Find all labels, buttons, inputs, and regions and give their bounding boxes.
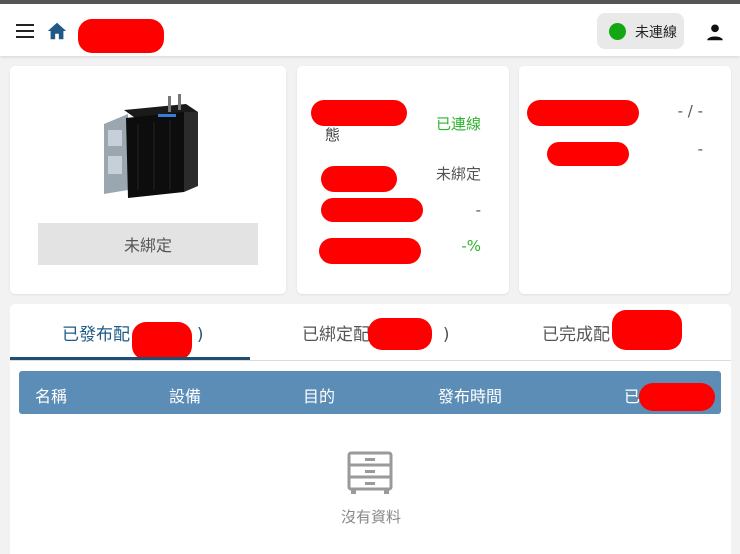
- redacted-label: [311, 100, 407, 126]
- redacted-tab-count: [612, 310, 682, 350]
- user-icon[interactable]: [704, 21, 726, 43]
- status-dot-icon: [609, 23, 626, 40]
- tab-label: 已綁定配: [302, 325, 370, 345]
- connection-status-text: 未連線: [635, 25, 677, 41]
- home-icon[interactable]: [46, 20, 68, 42]
- tab-label: 已發布配: [62, 325, 130, 345]
- redacted-label: [321, 198, 423, 222]
- tab-suffix: ): [442, 325, 450, 345]
- redacted-tab-count: [132, 322, 192, 360]
- top-app-bar: 未連線: [0, 0, 740, 56]
- tab-suffix: ): [196, 325, 204, 345]
- tab-divider: [10, 360, 731, 361]
- connection-state-value: 已連線: [435, 115, 481, 133]
- connection-status-badge[interactable]: 未連線: [597, 13, 684, 49]
- target-value: -: [475, 201, 481, 219]
- redacted-label: [527, 100, 639, 126]
- redacted-column-header: [639, 383, 715, 411]
- count-value: - / -: [677, 102, 703, 120]
- table-header: 名稱 設備 目的 發布時間 已: [19, 371, 721, 414]
- empty-state-text: 沒有資料: [340, 508, 401, 526]
- menu-icon[interactable]: [16, 24, 34, 38]
- column-header-destination[interactable]: 目的: [303, 383, 335, 407]
- redacted-tab-count: [368, 318, 432, 350]
- bind-status-button[interactable]: 未綁定: [38, 223, 258, 265]
- status-label-fragment: 態: [325, 126, 341, 144]
- redacted-title: [78, 19, 164, 53]
- tab-label: 已完成配: [542, 325, 610, 345]
- binding-state-value: 未綁定: [435, 165, 481, 183]
- device-card: 未綁定: [10, 66, 286, 294]
- quantity-value: -: [697, 140, 703, 158]
- column-header-device[interactable]: 設備: [169, 383, 201, 407]
- battery-value: -%: [461, 237, 481, 255]
- tasks-panel: 已發布配 ) 已綁定配 ) 已完成配 名稱 設備 目的 發布時間 已 沒有資料: [10, 304, 731, 554]
- column-header-status[interactable]: 已: [624, 383, 640, 407]
- empty-cabinet-icon: [347, 451, 393, 494]
- status-card: 態 已連線 未綁定 - -%: [297, 66, 509, 294]
- device-image: [104, 94, 198, 198]
- column-header-publish-time[interactable]: 發布時間: [438, 383, 502, 407]
- redacted-label: [321, 166, 397, 192]
- column-header-name[interactable]: 名稱: [35, 383, 67, 407]
- redacted-label: [319, 238, 421, 264]
- redacted-label: [547, 142, 629, 166]
- count-card: - / - -: [519, 66, 731, 294]
- tab-completed[interactable]: 已完成配: [542, 320, 610, 345]
